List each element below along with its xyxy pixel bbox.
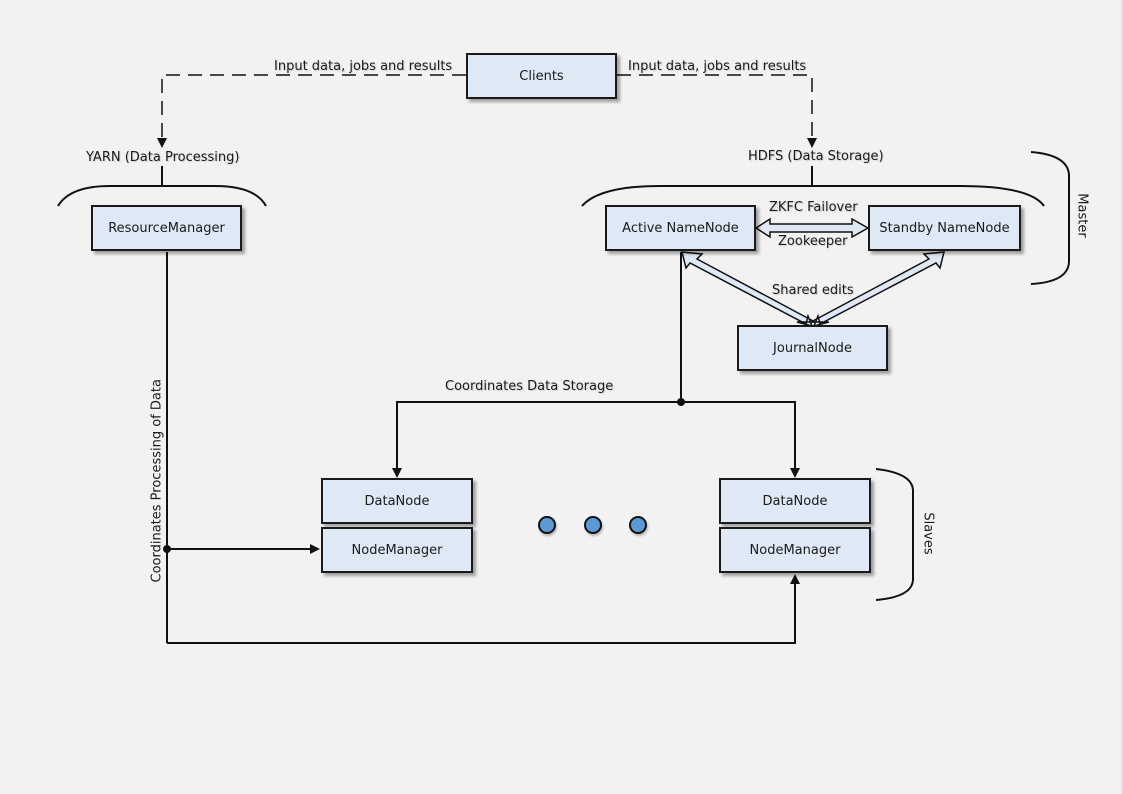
coordinates-data-storage-label: Coordinates Data Storage (445, 379, 614, 394)
client-to-hdfs-dashed-connector (617, 74, 817, 148)
coordinates-processing-label: Coordinates Processing of Data (149, 379, 165, 583)
datanode-left-node[interactable]: DataNode (321, 478, 473, 524)
client-to-yarn-dashed-connector (157, 74, 466, 148)
nodemanager-left-node[interactable]: NodeManager (321, 527, 473, 573)
processing-connector-right (167, 574, 800, 644)
standby-namenode-node[interactable]: Standby NameNode (868, 205, 1021, 251)
master-label: Master (1074, 193, 1090, 238)
datanode-right-node[interactable]: DataNode (719, 478, 871, 524)
yarn-label: YARN (Data Processing) (86, 150, 240, 165)
slaves-brace (875, 468, 914, 601)
ellipsis-dot (538, 516, 556, 534)
shared-edits-label: Shared edits (772, 283, 854, 298)
yarn-brace (57, 185, 267, 207)
resourcemanager-node[interactable]: ResourceManager (91, 205, 242, 251)
storage-junction-dot (677, 398, 685, 406)
storage-bus-connector-left (392, 401, 681, 478)
master-brace (1030, 151, 1070, 285)
ellipsis-dot (584, 516, 602, 534)
connectors-layer (57, 74, 1070, 644)
zkfc-failover-label: ZKFC Failover (769, 200, 858, 215)
clients-node[interactable]: Clients (466, 53, 617, 99)
journalnode-node[interactable]: JournalNode (737, 325, 888, 371)
input-data-label-left: Input data, jobs and results (274, 59, 453, 74)
active-namenode-node[interactable]: Active NameNode (605, 205, 756, 251)
nodemanager-right-node[interactable]: NodeManager (719, 527, 871, 573)
slaves-label: Slaves (920, 512, 936, 555)
zookeeper-label: Zookeeper (778, 234, 848, 249)
storage-bus-connector-right (681, 401, 800, 478)
input-data-label-right: Input data, jobs and results (628, 59, 807, 74)
diagram-canvas: Clients ResourceManager Active NameNode … (0, 0, 1123, 794)
ellipsis-dot (629, 516, 647, 534)
hdfs-label: HDFS (Data Storage) (748, 149, 884, 164)
